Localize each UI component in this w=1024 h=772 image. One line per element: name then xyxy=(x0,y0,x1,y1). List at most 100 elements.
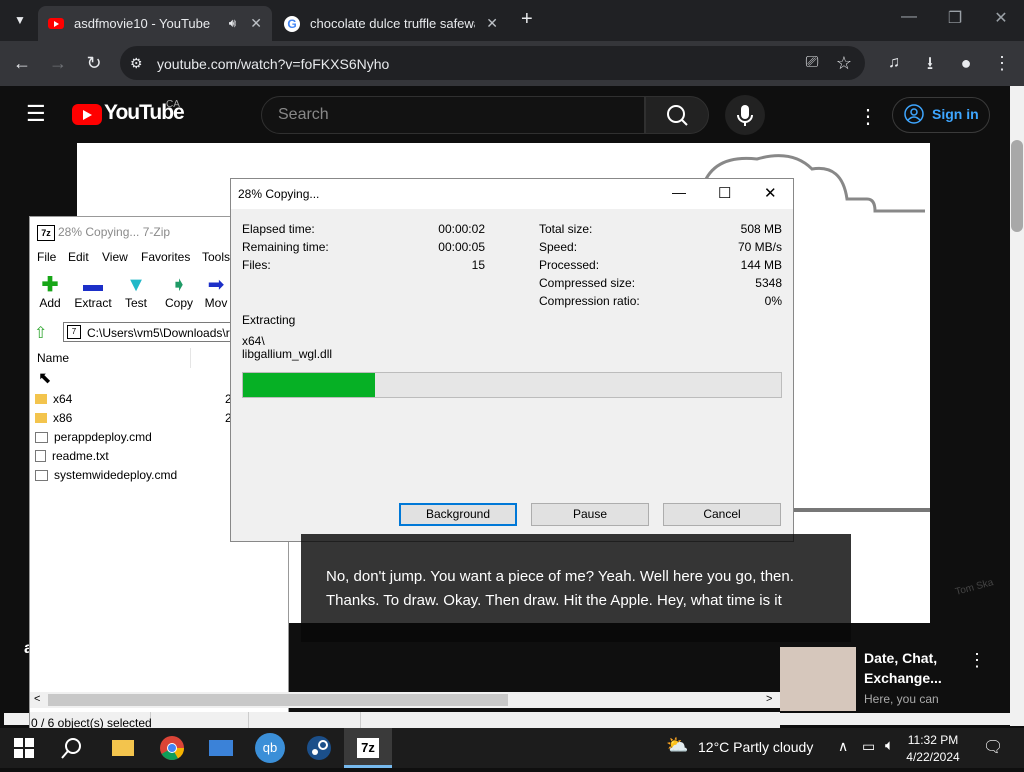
copy-button[interactable]: ➧ Copy xyxy=(158,274,200,310)
extract-button[interactable]: ▬ Extract xyxy=(72,274,114,310)
taskbar-search-button[interactable] xyxy=(60,736,84,765)
menu-file[interactable]: File xyxy=(37,250,56,264)
copy-icon: ➧ xyxy=(170,274,188,296)
close-window-icon[interactable]: ✕ xyxy=(978,8,1024,28)
windows-logo-icon xyxy=(14,738,34,758)
processed-label: Processed: xyxy=(539,258,600,272)
tab-search-chevron-icon[interactable]: ▼ xyxy=(6,6,34,34)
list-item[interactable]: systemwidedeploy.cmd xyxy=(35,468,177,482)
new-tab-button[interactable]: + xyxy=(521,8,533,31)
steam-app[interactable] xyxy=(304,733,334,763)
start-button[interactable] xyxy=(14,738,34,763)
close-tab-icon[interactable]: ✕ xyxy=(250,15,262,32)
folder-icon xyxy=(35,394,47,404)
close-tab-icon[interactable]: ✕ xyxy=(486,15,498,32)
cancel-button[interactable]: Cancel xyxy=(663,503,781,526)
dialog-title: 28% Copying... xyxy=(238,187,320,201)
list-item[interactable]: readme.txt xyxy=(35,449,109,463)
text-file-icon xyxy=(35,450,46,462)
qbittorrent-app[interactable]: qb xyxy=(255,733,285,763)
list-item[interactable]: x86 xyxy=(35,411,72,425)
menu-view[interactable]: View xyxy=(102,250,128,264)
hamburger-menu-icon[interactable]: ☰ xyxy=(26,103,46,125)
remaining-time-value: 00:00:05 xyxy=(438,240,485,254)
menu-tools[interactable]: Tools xyxy=(202,250,230,264)
dialog-maximize-icon[interactable]: ☐ xyxy=(718,184,731,202)
tab-safeway-search[interactable]: G chocolate dulce truffle safeway ✕ xyxy=(274,6,508,41)
settings-more-icon[interactable]: ⋮ xyxy=(858,104,878,129)
add-icon: ✚ xyxy=(41,274,59,296)
minimize-icon[interactable]: — xyxy=(886,8,932,26)
dialog-close-icon[interactable]: ✕ xyxy=(764,184,777,202)
7zip-icon: 7z xyxy=(357,738,379,758)
file-explorer-app[interactable] xyxy=(108,733,138,763)
move-button[interactable]: ➡ Mov xyxy=(201,274,231,310)
7zip-app[interactable]: 7z xyxy=(353,733,383,763)
reload-icon[interactable]: ↻ xyxy=(80,49,108,77)
network-icon[interactable]: ▭ xyxy=(862,738,875,755)
remaining-time-label: Remaining time: xyxy=(242,240,329,254)
notification-center-icon[interactable]: 🗨︎ xyxy=(983,737,1003,757)
install-app-icon[interactable]: ⎚ xyxy=(798,49,826,77)
restore-icon[interactable]: ❐ xyxy=(932,8,978,28)
archive-icon: 7 xyxy=(67,325,81,339)
weather-text[interactable]: 12°C Partly cloudy xyxy=(698,739,813,755)
search-button[interactable] xyxy=(645,96,709,134)
chrome-menu-icon[interactable]: ⋮ xyxy=(988,49,1016,77)
tab-youtube[interactable]: asdfmovie10 - YouTube 🔊︎ ✕ xyxy=(38,6,272,41)
list-item[interactable]: x64 xyxy=(35,392,72,406)
progress-bar-fill xyxy=(243,373,375,397)
total-size-value: 508 MB xyxy=(740,222,782,236)
recommendation-menu-icon[interactable]: ⋮ xyxy=(968,650,986,671)
up-folder-icon[interactable]: ⇧ xyxy=(34,323,47,343)
chrome-icon xyxy=(160,736,184,761)
voice-search-button[interactable] xyxy=(725,95,765,135)
7zip-title: 28% Copying... 7-Zip xyxy=(58,225,171,239)
menu-edit[interactable]: Edit xyxy=(68,250,89,264)
test-button[interactable]: ▼ Test xyxy=(115,274,157,310)
tab-title: asdfmovie10 - YouTube xyxy=(74,16,211,31)
list-item[interactable]: perappdeploy.cmd xyxy=(35,430,152,444)
media-control-icon[interactable]: ♫ xyxy=(880,49,908,77)
recommendation-subtitle: Here, you can xyxy=(864,692,939,706)
volume-muted-icon[interactable]: 🔈︎ xyxy=(885,737,894,754)
speed-label: Speed: xyxy=(539,240,578,254)
tab-title: chocolate dulce truffle safeway xyxy=(310,16,475,31)
pause-button[interactable]: Pause xyxy=(531,503,649,526)
menu-favorites[interactable]: Favorites xyxy=(141,250,190,264)
column-header-name[interactable]: Name xyxy=(37,351,69,365)
files-value: 15 xyxy=(471,258,485,272)
current-path: x64\ xyxy=(242,334,265,348)
site-info-icon[interactable]: ⚙ xyxy=(130,55,143,72)
file-list-scrollbar-thumb[interactable] xyxy=(48,694,508,706)
steam-icon xyxy=(307,736,331,760)
chrome-app[interactable] xyxy=(157,733,187,763)
compressed-size-value: 5348 xyxy=(755,276,782,290)
page-scrollbar-thumb[interactable] xyxy=(1011,140,1023,232)
account-icon xyxy=(904,104,924,129)
clock-time: 11:32 PM xyxy=(907,733,959,747)
elapsed-time-value: 00:00:02 xyxy=(438,222,485,236)
bookmark-star-icon[interactable]: ☆ xyxy=(830,49,858,77)
url-text[interactable]: youtube.com/watch?v=foFKXS6Nyho xyxy=(157,56,389,72)
scroll-right-icon[interactable]: > xyxy=(766,693,772,705)
recommendation-thumbnail[interactable] xyxy=(780,647,856,711)
clock[interactable]: 11:32 PM 4/22/2024 xyxy=(898,732,968,766)
show-hidden-icons-icon[interactable]: ∧ xyxy=(838,738,848,755)
download-icon[interactable]: ⭳ xyxy=(916,49,944,77)
scroll-left-icon[interactable]: < xyxy=(34,693,40,705)
caption-text: No, don't jump. You want a piece of me? … xyxy=(326,568,794,609)
speaker-icon[interactable]: 🔊︎ xyxy=(229,16,237,31)
total-size-label: Total size: xyxy=(539,222,593,236)
youtube-logo-icon[interactable] xyxy=(72,104,102,125)
dialog-minimize-icon[interactable]: — xyxy=(672,184,686,200)
processed-value: 144 MB xyxy=(740,258,782,272)
recommendation-title[interactable]: Date, Chat, Exchange... xyxy=(864,648,974,688)
add-button[interactable]: ✚ Add xyxy=(29,274,71,310)
back-icon[interactable]: ← xyxy=(8,49,36,77)
background-button[interactable]: Background xyxy=(399,503,517,526)
mail-app[interactable] xyxy=(206,733,236,763)
search-icon xyxy=(667,105,688,126)
forward-icon[interactable]: → xyxy=(44,49,72,77)
profile-icon[interactable]: ● xyxy=(952,49,980,77)
